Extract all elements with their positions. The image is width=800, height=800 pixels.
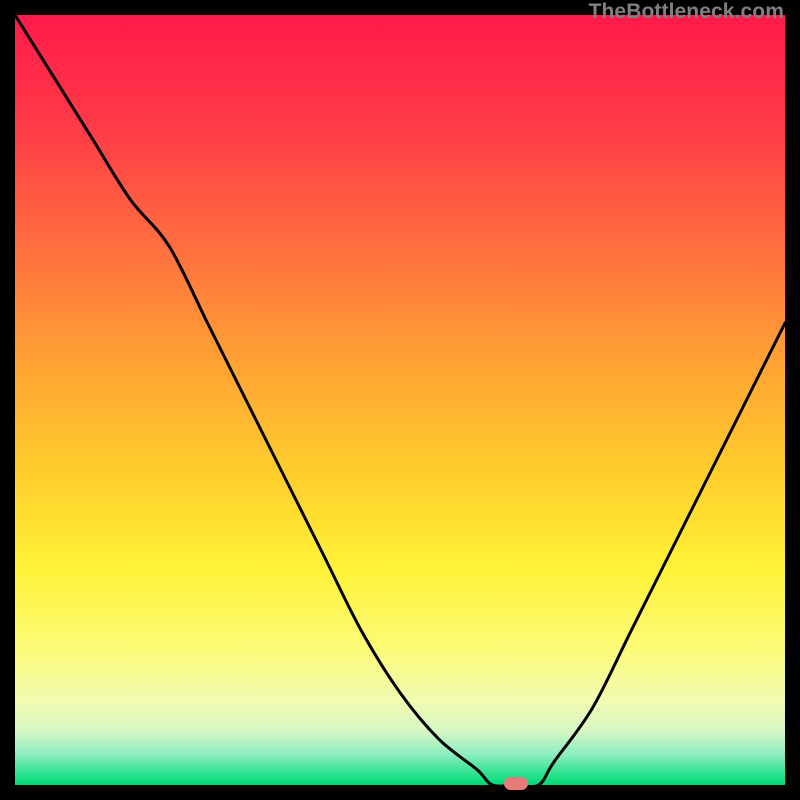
plot-area (15, 15, 785, 785)
attribution-text: TheBottleneck.com (589, 0, 784, 24)
optimal-marker (504, 777, 528, 790)
chart-frame: TheBottleneck.com (0, 0, 800, 800)
bottleneck-curve (15, 15, 785, 785)
